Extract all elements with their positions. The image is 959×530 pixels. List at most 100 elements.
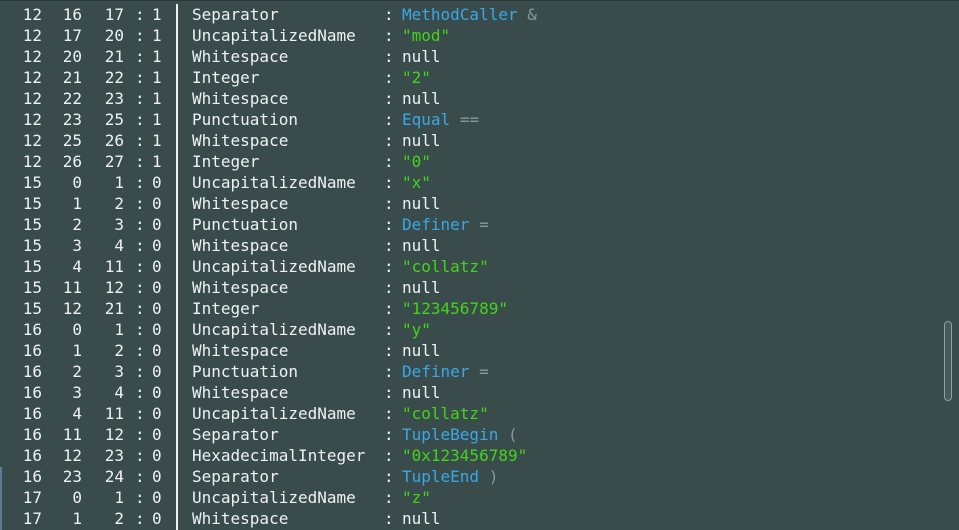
flag-value: 0: [152, 362, 162, 381]
token-type: Separator: [192, 425, 279, 444]
token-value: null: [402, 340, 441, 361]
flag-value: 0: [152, 320, 162, 339]
line-number: 16: [22, 383, 42, 402]
start-column: 0: [72, 173, 82, 192]
end-column: 21: [104, 299, 124, 318]
colon-separator: :: [135, 152, 145, 171]
token-row: 16 2 3:0 Punctuation: Definer =: [0, 361, 940, 382]
line-number: 16: [22, 404, 42, 423]
value-separator: :: [384, 110, 394, 129]
token-type: Whitespace: [192, 383, 289, 402]
end-column: 1: [114, 488, 124, 507]
token-null: null: [402, 341, 441, 360]
colon-separator: :: [135, 194, 145, 213]
line-number: 15: [22, 173, 42, 192]
line-number: 12: [22, 152, 42, 171]
line-number: 12: [22, 26, 42, 45]
token-value: null: [402, 382, 441, 403]
start-column: 2: [72, 215, 82, 234]
colon-separator: :: [135, 131, 145, 150]
token-type: Whitespace: [192, 236, 289, 255]
flag-value: 0: [152, 425, 162, 444]
start-column: 3: [72, 383, 82, 402]
flag-value: 0: [152, 215, 162, 234]
value-separator: :: [384, 47, 394, 66]
token-value: "2": [402, 67, 431, 88]
token-string: "collatz": [402, 404, 489, 423]
value-separator: :: [384, 509, 394, 528]
value-separator: :: [384, 173, 394, 192]
token-type: Separator: [192, 5, 279, 24]
token-string: "123456789": [402, 299, 508, 318]
token-type: UncapitalizedName: [192, 488, 356, 507]
token-value: Definer =: [402, 214, 489, 235]
flag-value: 0: [152, 446, 162, 465]
vertical-scrollbar[interactable]: [944, 321, 952, 401]
token-row: 12 26 27:1 Integer: "0": [0, 151, 940, 172]
token-kind: Definer: [402, 215, 470, 234]
end-column: 4: [114, 236, 124, 255]
colon-separator: :: [135, 215, 145, 234]
end-column: 2: [114, 194, 124, 213]
token-value: Definer =: [402, 361, 489, 382]
end-column: 17: [104, 5, 124, 24]
token-value: TupleEnd ): [402, 466, 498, 487]
token-row: 16 0 1:0 UncapitalizedName: "y": [0, 319, 940, 340]
token-symbol: ): [488, 467, 499, 486]
colon-separator: :: [135, 236, 145, 255]
token-type: Whitespace: [192, 278, 289, 297]
value-separator: :: [384, 467, 394, 486]
end-column: 27: [104, 152, 124, 171]
token-symbol: &: [527, 5, 537, 24]
value-separator: :: [384, 320, 394, 339]
value-separator: :: [384, 362, 394, 381]
end-column: 25: [104, 110, 124, 129]
colon-separator: :: [135, 467, 145, 486]
colon-separator: :: [135, 488, 145, 507]
start-column: 1: [72, 194, 82, 213]
token-row: 12 22 23:1 Whitespace: null: [0, 88, 940, 109]
token-type: UncapitalizedName: [192, 257, 356, 276]
colon-separator: :: [135, 257, 145, 276]
value-separator: :: [384, 131, 394, 150]
end-column: 1: [114, 173, 124, 192]
token-null: null: [402, 194, 441, 213]
start-column: 21: [62, 68, 82, 87]
token-value: "123456789": [402, 298, 508, 319]
token-symbol: =: [479, 215, 489, 234]
start-column: 4: [72, 404, 82, 423]
token-value: null: [402, 88, 441, 109]
flag-value: 0: [152, 383, 162, 402]
token-row: 12 20 21:1 Whitespace: null: [0, 46, 940, 67]
start-column: 0: [72, 488, 82, 507]
value-separator: :: [384, 89, 394, 108]
flag-value: 0: [152, 404, 162, 423]
value-separator: :: [384, 68, 394, 87]
colon-separator: :: [135, 5, 145, 24]
token-string: "0x123456789": [402, 446, 528, 465]
token-type: HexadecimalInteger: [192, 446, 366, 465]
flag-value: 0: [152, 236, 162, 255]
line-number: 15: [22, 236, 42, 255]
token-row: 16 1 2:0 Whitespace: null: [0, 340, 940, 361]
end-column: 21: [104, 47, 124, 66]
token-type: Punctuation: [192, 215, 298, 234]
value-separator: :: [384, 236, 394, 255]
colon-separator: :: [135, 341, 145, 360]
flag-value: 1: [152, 26, 162, 45]
token-row: 15 4 11:0 UncapitalizedName: "collatz": [0, 256, 940, 277]
value-separator: :: [384, 5, 394, 24]
token-row: 12 23 25:1 Punctuation: Equal ==: [0, 109, 940, 130]
start-column: 12: [62, 299, 82, 318]
token-value: null: [402, 130, 441, 151]
start-column: 11: [62, 278, 82, 297]
end-column: 20: [104, 26, 124, 45]
token-row: 15 3 4:0 Whitespace: null: [0, 235, 940, 256]
token-value: TupleBegin (: [402, 424, 518, 445]
token-type: Whitespace: [192, 341, 289, 360]
line-number: 16: [22, 362, 42, 381]
token-string: "y": [402, 320, 431, 339]
line-number: 15: [22, 215, 42, 234]
token-string: "z": [402, 488, 431, 507]
token-value: MethodCaller &: [402, 4, 537, 25]
